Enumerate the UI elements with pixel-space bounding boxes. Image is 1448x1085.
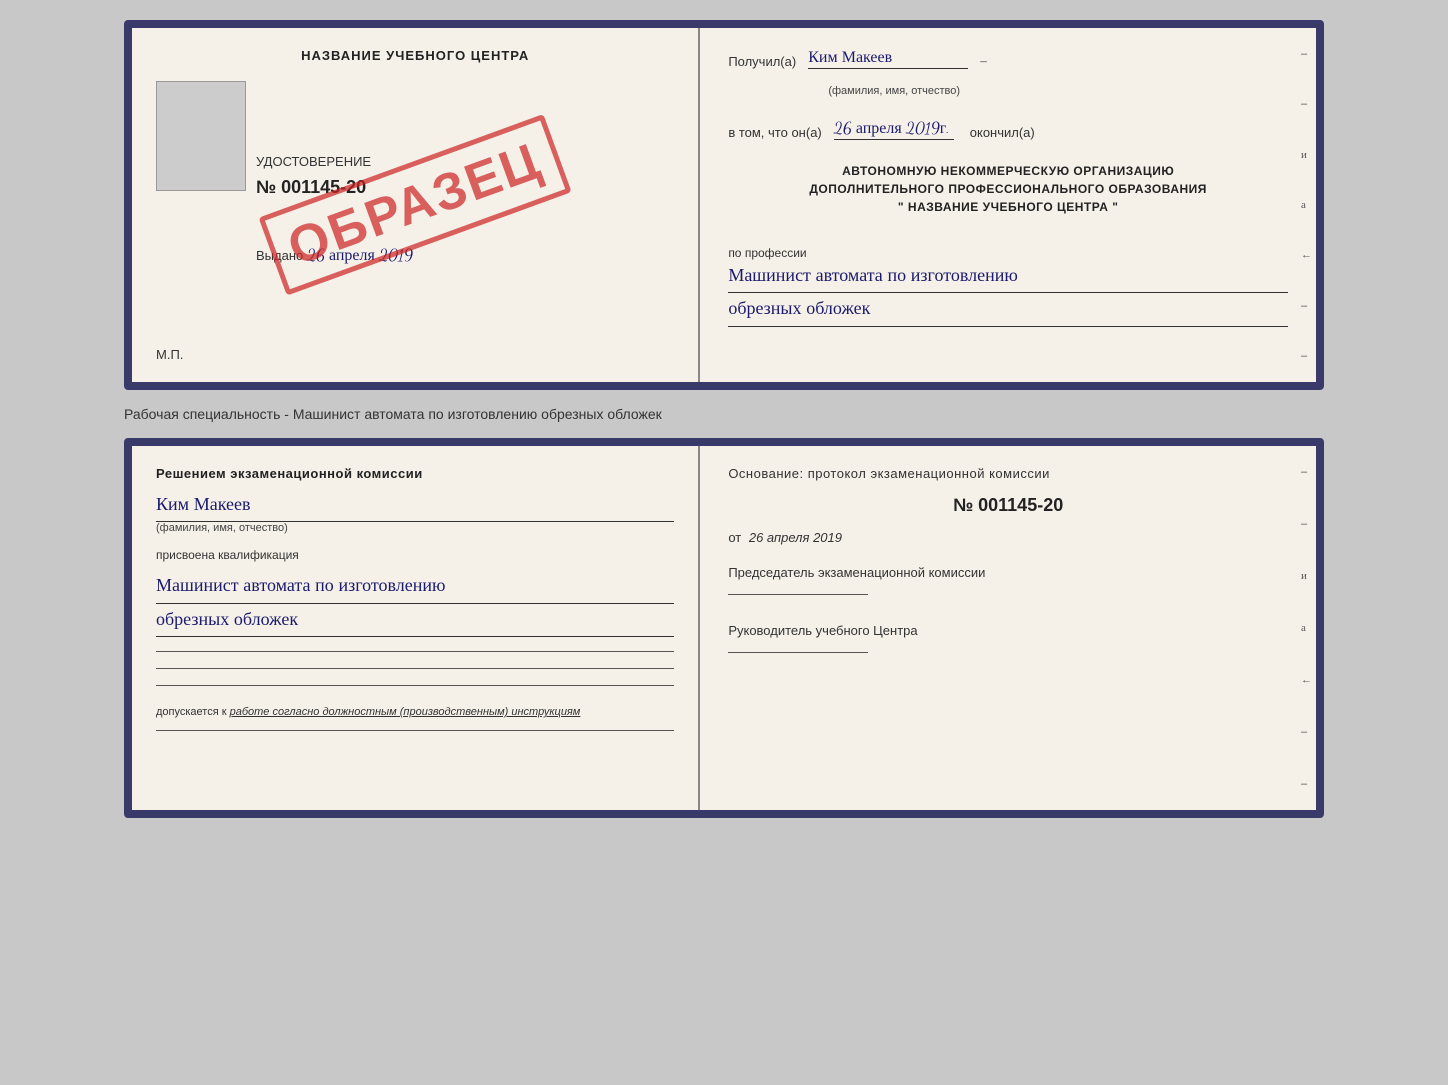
cert-mp: М.П. (156, 347, 674, 362)
received-name: Ким Макеев (808, 48, 968, 69)
qual-chairman-signature (728, 594, 868, 595)
cert-right-panel: Получил(а) Ким Макеев – (фамилия, имя, о… (700, 28, 1316, 382)
qual-date-value: 26 апреля 2019 (749, 530, 842, 545)
qual-heading: Решением экзаменационной комиссии (156, 466, 674, 481)
qual-side-decoration: ––иа←–– (1297, 446, 1316, 810)
completed-label: окончил(а) (970, 125, 1035, 140)
cert-number: № 001145-20 (256, 177, 674, 198)
qual-line4 (156, 730, 674, 731)
cert-label: УДОСТОВЕРЕНИЕ (256, 154, 674, 169)
qual-name: Ким Макеев (156, 489, 674, 522)
org-line3: " НАЗВАНИЕ УЧЕБНОГО ЦЕНТРА " (728, 198, 1288, 216)
qual-profession-line2: обрезных обложек (156, 604, 674, 637)
qual-line1 (156, 651, 674, 652)
date-row: в том, что он(а) 26 апреля 2019г. окончи… (728, 119, 1288, 140)
profession-label: по профессии (728, 246, 1288, 260)
cert-photo-placeholder (156, 81, 246, 191)
side-decoration: ––иа←–– (1297, 28, 1316, 382)
profession-line1: Машинист автомата по изготовлению (728, 260, 1288, 293)
qual-line3 (156, 685, 674, 686)
qual-name-block: Ким Макеев (фамилия, имя, отчество) (156, 489, 674, 534)
profession-block: по профессии Машинист автомата по изгото… (728, 238, 1288, 327)
date-label: в том, что он(а) (728, 125, 821, 140)
qual-line2 (156, 668, 674, 669)
qual-left-panel: Решением экзаменационной комиссии Ким Ма… (132, 446, 700, 810)
допуск-prefix: допускается к (156, 706, 230, 718)
qual-chairman-label: Председатель экзаменационной комиссии (728, 565, 1288, 580)
qual-protocol-num: № 001145-20 (728, 495, 1288, 516)
dash1: – (980, 53, 987, 69)
separator-text: Рабочая специальность - Машинист автомат… (124, 402, 1324, 426)
qualification-book: Решением экзаменационной комиссии Ким Ма… (124, 438, 1324, 818)
certificate-book: НАЗВАНИЕ УЧЕБНОГО ЦЕНТРА УДОСТОВЕРЕНИЕ №… (124, 20, 1324, 390)
cert-left-panel: НАЗВАНИЕ УЧЕБНОГО ЦЕНТРА УДОСТОВЕРЕНИЕ №… (132, 28, 700, 382)
qual-допуск: допускается к работе согласно должностны… (156, 706, 674, 718)
qual-director-label: Руководитель учебного Центра (728, 623, 1288, 638)
org-line2: ДОПОЛНИТЕЛЬНОГО ПРОФЕССИОНАЛЬНОГО ОБРАЗО… (728, 180, 1288, 198)
org-line1: АВТОНОМНУЮ НЕКОММЕРЧЕСКУЮ ОРГАНИЗАЦИЮ (728, 162, 1288, 180)
name-subtext: (фамилия, имя, отчество) (828, 81, 1288, 99)
qual-date-row: от 26 апреля 2019 (728, 530, 1288, 545)
qual-assigned-label: присвоена квалификация (156, 548, 674, 562)
qual-director-signature (728, 652, 868, 653)
qual-right-panel: Основание: протокол экзаменационной коми… (700, 446, 1316, 810)
org-block: АВТОНОМНУЮ НЕКОММЕРЧЕСКУЮ ОРГАНИЗАЦИЮ ДО… (728, 162, 1288, 216)
received-row: Получил(а) Ким Макеев – (728, 48, 1288, 69)
received-label: Получил(а) (728, 54, 796, 69)
qual-profession-block: Машинист автомата по изготовлению обрезн… (156, 570, 674, 637)
cert-issued-date: 26 апреля 2019 (307, 246, 413, 265)
profession-line2: обрезных обложек (728, 293, 1288, 326)
date-value: 26 апреля 2019г. (834, 119, 954, 140)
qual-profession-line1: Машинист автомата по изготовлению (156, 570, 674, 603)
qual-basis-label: Основание: протокол экзаменационной коми… (728, 466, 1288, 481)
qual-date-prefix: от (728, 530, 741, 545)
qual-name-sub: (фамилия, имя, отчество) (156, 522, 674, 534)
допуск-italic: работе согласно должностным (производств… (230, 706, 581, 718)
cert-school-title: НАЗВАНИЕ УЧЕБНОГО ЦЕНТРА (156, 48, 674, 63)
cert-text-area: УДОСТОВЕРЕНИЕ № 001145-20 Выдано 26 апре… (256, 71, 674, 347)
cert-issued-label: Выдано (256, 248, 303, 263)
